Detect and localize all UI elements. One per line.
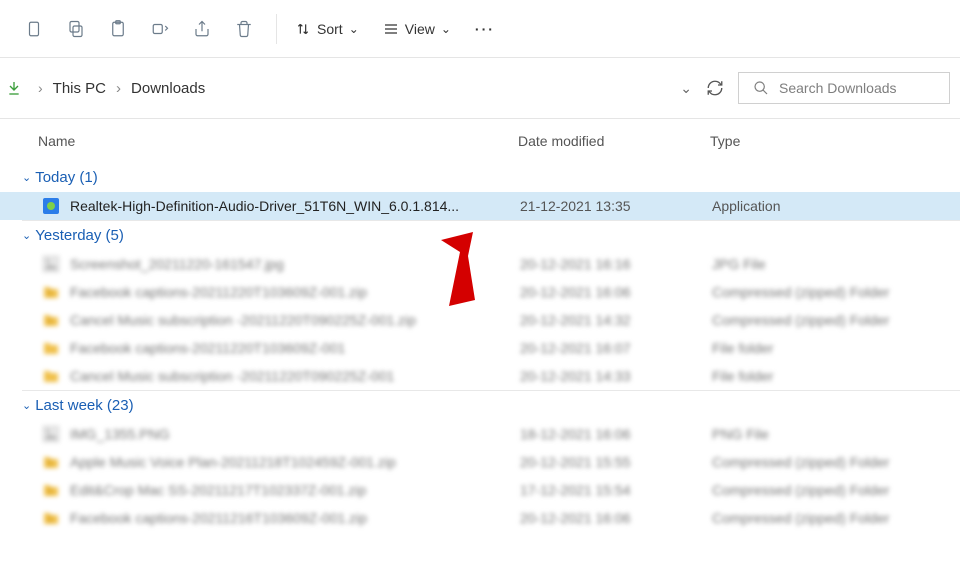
file-row[interactable]: Apple Music Voice Plan-20211218T102459Z-… [0,448,960,476]
file-list: ⌄ Today (1) Realtek-High-Definition-Audio… [0,163,960,532]
search-placeholder: Search Downloads [779,80,897,96]
chevron-down-icon: ⌄ [441,22,451,36]
group-header[interactable]: ⌄ Yesterday (5) [0,221,960,250]
column-type-header[interactable]: Type [710,133,960,149]
rename-icon[interactable] [146,15,174,43]
file-type: JPG File [712,256,766,272]
sort-button[interactable]: Sort ⌄ [295,21,359,37]
file-row[interactable]: IMG_1355.PNG18-12-2021 16:06PNG File [0,420,960,448]
group-label: Yesterday (5) [35,227,124,244]
chevron-right-icon: › [38,80,43,96]
file-date: 20-12-2021 16:07 [520,340,712,356]
file-name: Apple Music Voice Plan-20211218T102459Z-… [70,454,520,470]
column-name-header[interactable]: Name [38,133,518,149]
view-icon [383,21,399,37]
file-name: Facebook captions-20211220T103609Z-001.z… [70,284,520,300]
file-type: Compressed (zipped) Folder [712,284,889,300]
address-bar-row: › This PC › Downloads ⌄ Search Downloads [0,58,960,119]
file-icon [42,481,60,499]
file-icon [42,509,60,527]
file-row[interactable]: Edit&Crop Mac SS-20211217T102337Z-001.zi… [0,476,960,504]
chevron-right-icon: › [116,80,121,97]
pin-icon[interactable] [6,80,22,96]
file-name: Screenshot_20211220-161547.jpg [70,256,520,272]
file-type: Application [712,198,781,214]
chevron-down-icon: ⌄ [22,171,31,184]
file-name: IMG_1355.PNG [70,426,520,442]
paste-icon[interactable] [104,15,132,43]
file-type: Compressed (zipped) Folder [712,454,889,470]
sort-icon [295,21,311,37]
delete-icon[interactable] [230,15,258,43]
file-name: Edit&Crop Mac SS-20211217T102337Z-001.zi… [70,482,520,498]
file-icon [42,425,60,443]
group-header[interactable]: ⌄ Last week (23) [0,391,960,420]
file-date: 20-12-2021 15:55 [520,454,712,470]
file-date: 20-12-2021 16:16 [520,256,712,272]
breadcrumb-item[interactable]: This PC [53,80,106,97]
file-date: 20-12-2021 16:06 [520,284,712,300]
file-date: 18-12-2021 16:06 [520,426,712,442]
file-date: 20-12-2021 16:06 [520,510,712,526]
file-type: PNG File [712,426,769,442]
file-type: File folder [712,368,773,384]
group-label: Today (1) [35,169,98,186]
file-name: Facebook captions-20211216T103609Z-001.z… [70,510,520,526]
file-row[interactable]: Facebook captions-20211216T103609Z-001.z… [0,504,960,532]
group-label: Last week (23) [35,397,133,414]
file-icon [42,255,60,273]
toolbar-separator [276,14,277,44]
file-row[interactable]: Screenshot_20211220-161547.jpg20-12-2021… [0,250,960,278]
file-type: Compressed (zipped) Folder [712,312,889,328]
breadcrumb[interactable]: This PC › Downloads [53,80,206,97]
file-name: Cancel Music subscription -20211220T0902… [70,368,520,384]
share-icon[interactable] [188,15,216,43]
file-type: File folder [712,340,773,356]
file-type: Compressed (zipped) Folder [712,510,889,526]
file-name: Realtek-High-Definition-Audio-Driver_51T… [70,198,520,214]
file-date: 20-12-2021 14:33 [520,368,712,384]
file-date: 17-12-2021 15:54 [520,482,712,498]
file-date: 21-12-2021 13:35 [520,198,712,214]
file-icon [42,283,60,301]
search-icon [753,80,769,96]
file-row[interactable]: Cancel Music subscription -20211220T0902… [0,306,960,334]
copy-icon[interactable] [62,15,90,43]
refresh-button[interactable] [706,79,724,97]
file-icon [42,453,60,471]
toolbar: Sort ⌄ View ⌄ ··· [0,0,960,58]
search-input[interactable]: Search Downloads [738,72,950,104]
file-icon [42,367,60,385]
file-name: Cancel Music subscription -20211220T0902… [70,312,520,328]
chevron-down-icon[interactable]: ⌄ [680,80,692,97]
chevron-down-icon: ⌄ [22,229,31,242]
file-date: 20-12-2021 14:32 [520,312,712,328]
file-row[interactable]: Facebook captions-20211220T103609Z-001.z… [0,278,960,306]
breadcrumb-item[interactable]: Downloads [131,80,205,97]
column-headers: Name Date modified Type [0,119,960,163]
file-row[interactable]: Cancel Music subscription -20211220T0902… [0,362,960,390]
sort-label: Sort [317,21,343,37]
chevron-down-icon: ⌄ [22,399,31,412]
group-header[interactable]: ⌄ Today (1) [0,163,960,192]
view-button[interactable]: View ⌄ [383,21,451,37]
cut-icon[interactable] [20,15,48,43]
column-date-header[interactable]: Date modified [518,133,710,149]
file-icon [42,197,60,215]
view-label: View [405,21,435,37]
chevron-down-icon: ⌄ [349,22,359,36]
file-name: Facebook captions-20211220T103609Z-001 [70,340,520,356]
file-row[interactable]: Facebook captions-20211220T103609Z-00120… [0,334,960,362]
more-icon: ··· [475,21,495,37]
file-row[interactable]: Realtek-High-Definition-Audio-Driver_51T… [0,192,960,220]
file-icon [42,339,60,357]
file-icon [42,311,60,329]
more-button[interactable]: ··· [475,21,495,37]
file-type: Compressed (zipped) Folder [712,482,889,498]
